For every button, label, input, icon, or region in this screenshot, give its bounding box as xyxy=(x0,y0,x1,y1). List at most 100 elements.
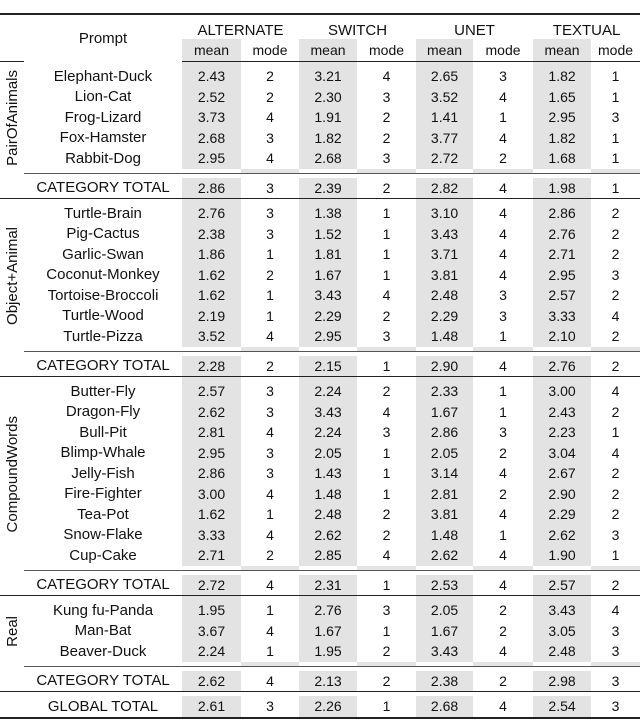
mean-value: 2.43 xyxy=(533,401,592,422)
group-label: CompoundWords xyxy=(3,415,21,533)
mode-value: 2 xyxy=(611,328,620,345)
mean-value: 1.48 xyxy=(416,524,474,545)
mode-value: 1 xyxy=(266,307,274,324)
mode-value: 4 xyxy=(611,444,620,461)
mode-value: 4 xyxy=(499,547,507,564)
mean-value: 1.90 xyxy=(533,545,592,566)
mean-value: 2.68 xyxy=(416,696,474,719)
mean-value: 3.73 xyxy=(182,107,241,128)
prompt-name: Rabbit-Dog xyxy=(65,149,141,167)
mode-value: 2 xyxy=(473,670,534,692)
mode-value: 1 xyxy=(357,696,417,719)
mean-value: 2.48 xyxy=(416,285,474,306)
mode-value: 2 xyxy=(382,109,391,126)
mean-header: mean xyxy=(533,39,592,62)
mean-value: 2.95 xyxy=(533,107,592,128)
mode-value: 3 xyxy=(382,88,391,105)
mean-value: 2.24 xyxy=(299,381,358,402)
mode-value: 1 xyxy=(382,246,391,263)
mode-value: 2 xyxy=(611,287,620,304)
mean-value: 1.95 xyxy=(299,641,358,662)
mean-value: 2.13 xyxy=(299,670,358,692)
mode-value: 2 xyxy=(611,465,620,482)
mode-value: 3 xyxy=(499,307,507,324)
mode-value: 1 xyxy=(499,526,507,543)
mode-value: 1 xyxy=(611,129,620,146)
mean-value: 1.62 xyxy=(182,504,241,525)
prompt-name: Kung fu-Panda xyxy=(52,601,154,619)
mode-value: 1 xyxy=(266,246,274,263)
mean-value: 2.68 xyxy=(182,127,241,148)
mode-value: 2 xyxy=(611,506,620,523)
mode-value: 4 xyxy=(382,547,391,564)
mean-value: 1.91 xyxy=(299,107,358,128)
mode-value: 4 xyxy=(382,287,391,304)
mode-value: 1 xyxy=(357,355,417,377)
mode-value: 2 xyxy=(611,225,620,242)
table-row: Turtle-Pizza 3.52 4 2.95 3 1.48 1 2.10 2 xyxy=(0,326,640,347)
mean-value: 1.43 xyxy=(299,463,358,484)
mode-value: 2 xyxy=(382,506,391,523)
mode-value: 1 xyxy=(611,88,620,105)
table-row: Fire-Fighter 3.00 4 1.48 1 2.81 2 2.90 2 xyxy=(0,483,640,504)
mode-value: 3 xyxy=(241,177,300,199)
mean-value: 1.48 xyxy=(299,483,358,504)
table-row: Real Kung fu-Panda 1.95 1 2.76 3 2.05 2 3.43 4 xyxy=(0,600,640,647)
mode-value: 4 xyxy=(266,526,274,543)
mode-value: 2 xyxy=(382,307,391,324)
mean-value: 2.15 xyxy=(299,355,358,377)
mode-value: 3 xyxy=(591,696,640,719)
mean-value: 1.38 xyxy=(299,203,358,224)
mode-value: 2 xyxy=(241,355,300,377)
mean-value: 1.65 xyxy=(533,86,592,107)
mean-value: 2.98 xyxy=(533,670,592,692)
mean-value: 2.05 xyxy=(299,442,358,463)
global-total-label: GLOBAL TOTAL xyxy=(24,696,182,719)
mode-value: 1 xyxy=(266,287,274,304)
mean-value: 2.95 xyxy=(182,442,241,463)
mean-value: 3.52 xyxy=(182,326,241,347)
header-row-methods: Prompt ALTERNATE SWITCH UNET TEXTUAL xyxy=(0,13,640,62)
mean-value: 3.14 xyxy=(416,463,474,484)
mode-value: 1 xyxy=(591,177,640,199)
mean-value: 3.67 xyxy=(182,620,241,641)
mean-value: 2.86 xyxy=(182,463,241,484)
method-header-textual: TEXTUAL xyxy=(533,13,640,39)
mean-value: 1.82 xyxy=(533,66,592,87)
mode-value: 4 xyxy=(241,574,300,596)
table-row: Snow-Flake 3.33 4 2.62 2 1.48 1 2.62 3 xyxy=(0,524,640,545)
mode-value: 3 xyxy=(382,424,391,441)
table-row: Beaver-Duck 2.24 1 1.95 2 3.43 4 2.48 3 xyxy=(0,641,640,662)
mean-value: 2.62 xyxy=(533,524,592,545)
mode-value: 4 xyxy=(266,150,274,167)
prompt-name: Bull-Pit xyxy=(79,423,127,441)
mean-value: 2.86 xyxy=(416,422,474,443)
mode-value: 1 xyxy=(499,383,507,400)
mode-value: 1 xyxy=(382,485,391,502)
mode-value: 2 xyxy=(591,355,640,377)
mode-value: 1 xyxy=(499,328,507,345)
mean-value: 2.48 xyxy=(533,641,592,662)
mode-value: 4 xyxy=(499,88,507,105)
prompt-name: Turtle-Wood xyxy=(62,307,144,325)
mode-value: 1 xyxy=(266,602,274,619)
mode-value: 1 xyxy=(611,424,620,441)
mean-value: 2.76 xyxy=(533,355,592,377)
method-header-alternate: ALTERNATE xyxy=(182,13,300,39)
mode-value: 4 xyxy=(499,506,507,523)
mode-value: 2 xyxy=(266,547,274,564)
mean-value: 1.62 xyxy=(182,285,241,306)
mean-value: 2.39 xyxy=(299,177,358,199)
category-total-row: CATEGORY TOTAL 2.72 4 2.31 1 2.53 4 2.57 2 xyxy=(0,574,640,596)
mean-value: 3.77 xyxy=(416,127,474,148)
mean-value: 2.23 xyxy=(533,422,592,443)
mode-value: 1 xyxy=(611,68,620,85)
mode-value: 1 xyxy=(382,266,391,283)
mode-value: 1 xyxy=(499,109,507,126)
mode-value: 4 xyxy=(611,383,620,400)
table-row: Lion-Cat 2.52 2 2.30 3 3.52 4 1.65 1 xyxy=(0,86,640,107)
mean-value: 2.62 xyxy=(299,524,358,545)
prompt-name: Pig-Cactus xyxy=(66,225,140,243)
mean-value: 2.62 xyxy=(182,670,241,692)
table-row: Object+Animal Turtle-Brain 2.76 3 1.38 1 3.10 4… xyxy=(0,203,640,324)
